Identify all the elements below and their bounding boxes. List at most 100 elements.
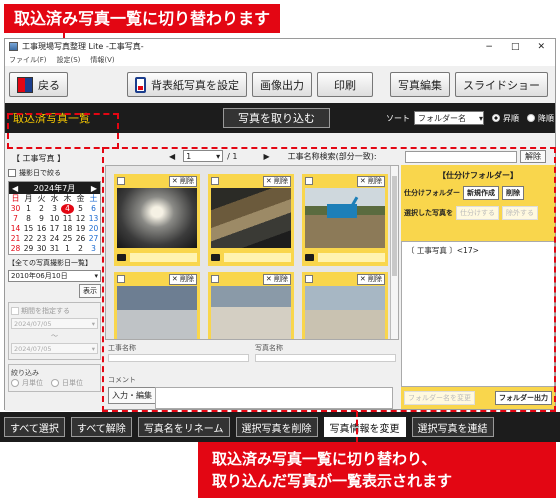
title-bar: 工事現場写真整理 Lite -工事写真- − □ ✕ (5, 39, 555, 54)
calendar-header: ◀ 2024年7月 ▶ (9, 182, 100, 194)
deselect-all-button[interactable]: すべて解除 (70, 417, 132, 437)
filter-date-checkbox[interactable] (8, 169, 16, 177)
callout-bottom-line2: 取り込んだ写真が一覧表示されます (212, 472, 453, 490)
photo-edit-button[interactable]: 写真編集 (390, 72, 450, 97)
calendar-day[interactable]: 23 (35, 234, 48, 244)
image-output-button[interactable]: 画像出力 (252, 72, 312, 97)
calendar-day[interactable]: 13 (87, 214, 100, 224)
calendar-day[interactable]: 25 (61, 234, 74, 244)
by-day-label: 日単位 (62, 379, 83, 387)
calendar-day[interactable]: 22 (22, 234, 35, 244)
period-checkbox[interactable] (11, 307, 19, 315)
calendar-grid: 日月火水木金土 30 1 2 3 4 5 6 7 8 9 10 11 12 13 14 15 16 17 18 19 20… (9, 194, 100, 254)
sort-desc-radio[interactable] (527, 114, 535, 122)
change-photo-info-button[interactable]: 写真情報を変更 (323, 417, 406, 437)
calendar-day[interactable]: 6 (87, 204, 100, 214)
calendar-day[interactable]: 14 (9, 224, 22, 234)
calendar-day[interactable]: 9 (35, 214, 48, 224)
calendar-weekday: 土 (89, 194, 98, 203)
calendar-day[interactable]: 2 (35, 204, 48, 214)
chevron-down-icon: ▾ (91, 344, 95, 353)
calendar-day[interactable]: 24 (48, 234, 61, 244)
delete-selected-button[interactable]: 選択写真を削除 (235, 417, 318, 437)
calendar-day[interactable]: 31 (48, 244, 61, 254)
sort-asc-radio[interactable] (492, 114, 500, 122)
calendar-day[interactable]: 12 (74, 214, 87, 224)
print-button[interactable]: 印刷 (317, 72, 373, 97)
sort-desc-label: 降順 (538, 113, 554, 123)
calendar-day[interactable]: 10 (48, 214, 61, 224)
calendar-day[interactable]: 2 (74, 244, 87, 254)
calendar-day[interactable]: 21 (9, 234, 22, 244)
calendar-day[interactable]: 26 (74, 234, 87, 244)
back-button[interactable]: 戻る (9, 72, 68, 97)
show-button[interactable]: 表示 (79, 284, 101, 298)
chevron-down-icon: ▾ (478, 113, 483, 123)
calendar-day[interactable]: 27 (87, 234, 100, 244)
maximize-button[interactable]: □ (511, 42, 520, 52)
calendar-day[interactable]: 19 (74, 224, 87, 234)
highlight-photo-list (102, 147, 556, 412)
bottom-action-bar: すべて選択 すべて解除 写真名をリネーム 選択写真を削除 写真情報を変更 選択写… (0, 412, 560, 442)
menu-file[interactable]: ファイル(F) (9, 55, 47, 65)
calendar-day[interactable]: 20 (87, 224, 100, 234)
by-day-radio[interactable] (51, 379, 59, 387)
menu-info[interactable]: 情報(V) (90, 55, 114, 65)
period-to-select[interactable]: 2024/07/05 ▾ (11, 343, 98, 354)
back-icon (17, 76, 33, 93)
back-label: 戻る (38, 78, 60, 92)
window-title: 工事現場写真整理 Lite -工事写真- (22, 42, 144, 51)
calendar-day[interactable]: 15 (22, 224, 35, 234)
period-row: 期間を指定する (11, 306, 98, 316)
date-select[interactable]: 2010年06月10日 ▾ (8, 270, 101, 282)
calendar-day[interactable]: 7 (9, 214, 22, 224)
select-all-button[interactable]: すべて選択 (4, 417, 65, 437)
set-cover-photo-button[interactable]: 背表紙写真を設定 (127, 72, 247, 97)
left-header: 【 工事写真 】 (12, 154, 66, 163)
slideshow-button[interactable]: スライドショー (455, 72, 548, 97)
calendar-day[interactable]: 1 (22, 204, 35, 214)
chevron-down-icon: ▾ (94, 272, 98, 280)
calendar-day[interactable]: 1 (61, 244, 74, 254)
app-icon (9, 42, 18, 51)
period-label: 期間を指定する (21, 307, 70, 315)
calendar-day[interactable]: 29 (22, 244, 35, 254)
menu-bar: ファイル(F) 設定(S) 情報(V) (5, 54, 555, 66)
toolbar: 戻る 背表紙写真を設定 画像出力 印刷 写真編集 スライドショー (5, 66, 555, 103)
period-group: 期間を指定する 2024/07/05 ▾ 〜 2024/07/05 ▾ (8, 302, 101, 360)
rename-photos-button[interactable]: 写真名をリネーム (137, 417, 230, 437)
calendar-day[interactable]: 5 (74, 204, 87, 214)
menu-settings[interactable]: 設定(S) (57, 55, 81, 65)
calendar-day[interactable]: 18 (61, 224, 74, 234)
calendar-day[interactable]: 8 (22, 214, 35, 224)
calendar-day[interactable]: 3 (48, 204, 61, 214)
by-month-label: 月単位 (22, 379, 43, 387)
filter-date-row: 撮影日で絞る (8, 168, 101, 178)
calendar-day[interactable]: 30 (35, 244, 48, 254)
minimize-button[interactable]: − (485, 42, 493, 52)
calendar-day[interactable]: 17 (48, 224, 61, 234)
calendar-day[interactable]: 11 (61, 214, 74, 224)
import-photos-button[interactable]: 写真を取り込む (223, 108, 330, 128)
callout-bottom: 取込済み写真一覧に切り替わり、 取り込んだ写真が一覧表示されます (198, 442, 556, 498)
sort-select[interactable]: フォルダー名 ▾ (414, 111, 484, 125)
sort-label: ソート (386, 113, 410, 123)
left-panel: 【 工事写真 】 撮影日で絞る ◀ 2024年7月 ▶ 日月火水木金土 30 1 2 3… (5, 149, 104, 411)
prev-month-icon[interactable]: ◀ (12, 184, 18, 193)
callout-bottom-line1: 取込済み写真一覧に切り替わり、 (212, 450, 437, 468)
link-selected-button[interactable]: 選択写真を連結 (411, 417, 494, 437)
calendar-day[interactable]: 16 (35, 224, 48, 234)
calendar-weekday: 木 (63, 194, 72, 203)
calendar-day[interactable]: 3 (87, 244, 100, 254)
period-tilde: 〜 (51, 332, 58, 340)
calendar-day[interactable]: 4 (61, 204, 74, 214)
filter-date-label: 撮影日で絞る (19, 169, 61, 177)
calendar-weekday: 火 (37, 194, 46, 203)
by-month-radio[interactable] (11, 379, 19, 387)
close-button[interactable]: ✕ (537, 42, 545, 52)
next-month-icon[interactable]: ▶ (91, 184, 97, 193)
calendar-day[interactable]: 28 (9, 244, 22, 254)
highlight-view-title (7, 113, 119, 149)
calendar-day[interactable]: 30 (9, 204, 22, 214)
period-from-select[interactable]: 2024/07/05 ▾ (11, 318, 98, 329)
